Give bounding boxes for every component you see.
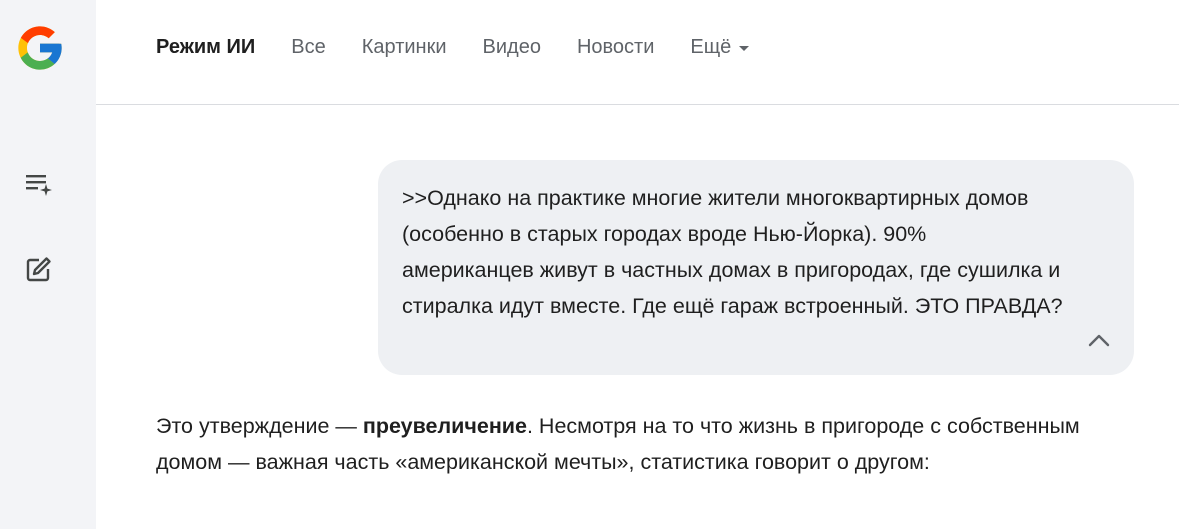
tab-all[interactable]: Все (291, 33, 325, 61)
answer-lead: Это утверждение — (156, 414, 363, 438)
tab-news[interactable]: Новости (577, 33, 654, 61)
sidebar (0, 0, 96, 529)
new-thread-button[interactable] (18, 163, 58, 203)
google-logo-icon[interactable] (14, 22, 66, 74)
answer-bold: преувеличение (362, 414, 527, 438)
search-tabs: Режим ИИ Все Картинки Видео Новости Ещё (156, 33, 785, 61)
tab-more-label: Ещё (690, 36, 732, 58)
edit-square-icon (26, 257, 51, 282)
edit-button[interactable] (18, 250, 58, 290)
user-query-bubble: >>Однако на практике многие жители много… (378, 160, 1134, 375)
chevron-up-icon (1088, 334, 1110, 347)
collapse-query-button[interactable] (1082, 323, 1116, 357)
list-sparkle-icon (26, 175, 52, 196)
tab-more[interactable]: Ещё (690, 33, 750, 61)
user-query-text: >>Однако на практике многие жители много… (402, 186, 1063, 318)
top-navigation: Режим ИИ Все Картинки Видео Новости Ещё (96, 0, 1179, 105)
tab-ai-mode[interactable]: Режим ИИ (156, 33, 255, 61)
tab-images[interactable]: Картинки (362, 33, 447, 61)
tab-video[interactable]: Видео (483, 33, 541, 61)
ai-answer: Это утверждение — преувеличение. Несмотр… (156, 408, 1146, 480)
caret-down-icon (739, 45, 750, 51)
